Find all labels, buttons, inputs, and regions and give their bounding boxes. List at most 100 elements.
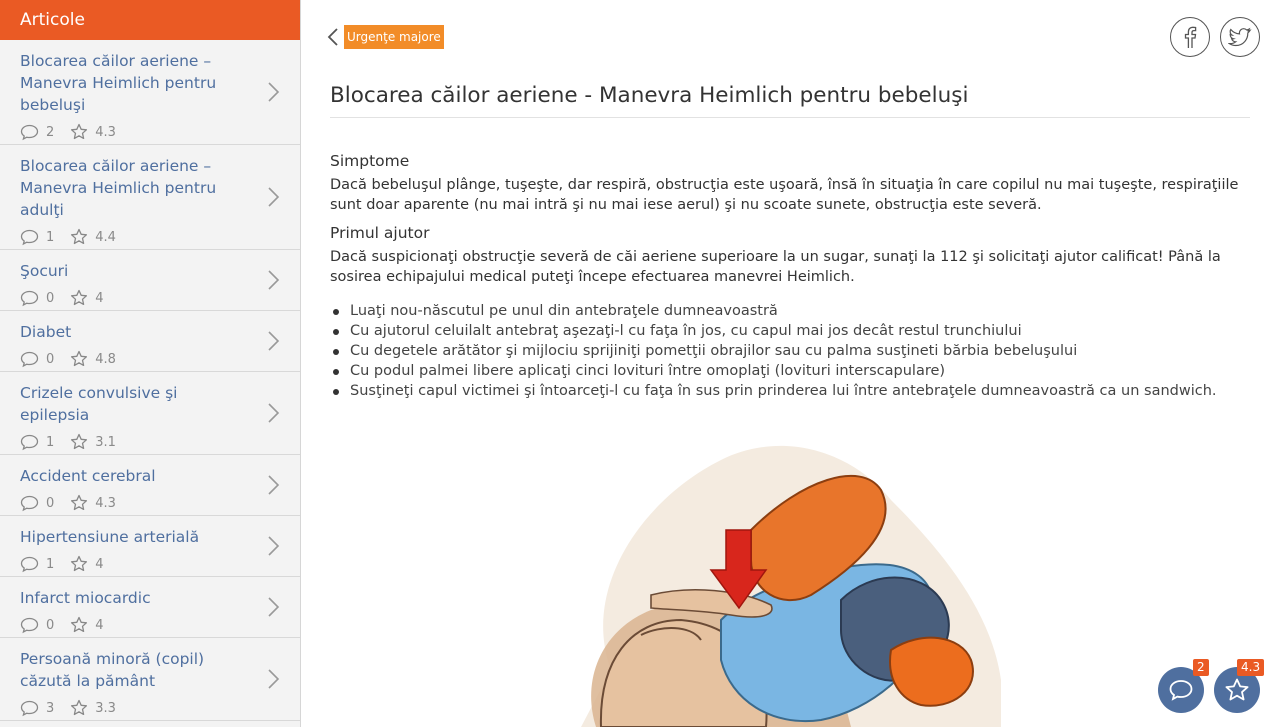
rating-value: 3.1 (95, 434, 116, 450)
section-heading: Primul ajutor (330, 224, 430, 242)
comments-count-badge: 2 (1193, 659, 1209, 676)
comment-count: 3 (20, 700, 54, 717)
article-title: Hipertensiune arterială (20, 528, 200, 546)
article-title: Accident cerebral (20, 467, 156, 485)
chevron-right-icon (268, 669, 280, 689)
comment-count-value: 0 (46, 617, 55, 633)
comment-icon (1169, 680, 1193, 701)
articles-sidebar: Articole Blocarea căilor aeriene – Manev… (0, 0, 301, 727)
twitter-icon (1228, 27, 1252, 47)
article-meta: 0 4.3 (20, 491, 250, 515)
chevron-right-icon (268, 270, 280, 290)
comment-count-value: 0 (46, 351, 55, 367)
article-meta: 1 4.4 (20, 225, 250, 249)
comment-icon (20, 495, 39, 511)
sidebar-header: Articole (0, 0, 300, 40)
chevron-right-icon (268, 331, 280, 351)
star-icon (71, 433, 88, 450)
article-meta: 1 4 (20, 552, 250, 576)
rating-value: 4.3 (95, 124, 116, 140)
article-list-item[interactable]: Blocarea căilor aeriene – Manevra Heimli… (0, 40, 300, 145)
rating: 4 (70, 289, 104, 307)
comment-icon (20, 290, 39, 306)
article-meta: 0 4.8 (20, 347, 250, 371)
article-list-item[interactable]: Hipertensiune arterială 1 4 (0, 516, 300, 577)
rating-value: 4 (95, 556, 104, 572)
article-title: Şocuri (20, 262, 69, 280)
comment-count: 0 (20, 351, 54, 368)
star-icon (71, 289, 88, 306)
comment-count-value: 1 (46, 229, 55, 245)
rating: 3.3 (70, 699, 116, 717)
article-list-item[interactable]: Blocarea căilor aeriene – Manevra Heimli… (0, 145, 300, 250)
star-icon (71, 350, 88, 367)
article-title: Persoană minoră (copil) căzută la pământ (20, 650, 205, 690)
twitter-share-button[interactable] (1220, 17, 1260, 57)
star-icon (71, 555, 88, 572)
rating: 4 (70, 616, 104, 634)
rating-value: 3.3 (95, 700, 116, 716)
rating-value: 4.4 (95, 229, 116, 245)
star-icon (71, 228, 88, 245)
article-list-item[interactable]: Şocuri 0 4 (0, 250, 300, 311)
article-meta: 2 4.3 (20, 120, 250, 144)
rating-value: 4.8 (95, 351, 116, 367)
article-meta: 1 3.1 (20, 430, 250, 454)
comment-count-value: 0 (46, 495, 55, 511)
comment-icon (20, 700, 39, 716)
heimlich-illustration (581, 445, 1001, 727)
facebook-share-button[interactable] (1170, 17, 1210, 57)
comment-count-value: 2 (46, 124, 55, 140)
list-item: Luaţi nou-născutul pe unul din antebraţe… (330, 301, 1240, 321)
chevron-right-icon (268, 475, 280, 495)
comment-count-value: 0 (46, 290, 55, 306)
list-item: Cu podul palmei libere aplicaţi cinci lo… (330, 361, 1240, 381)
chevron-right-icon (268, 597, 280, 617)
article-title: Crizele convulsive şi epilepsia (20, 384, 178, 424)
comment-count-value: 1 (46, 434, 55, 450)
comment-count-value: 1 (46, 556, 55, 572)
comment-count: 0 (20, 290, 54, 307)
star-icon (71, 616, 88, 633)
article-list-item[interactable]: Persoană minoră (copil) căzută la pământ… (0, 638, 300, 721)
category-tag[interactable]: Urgenţe majore (344, 25, 444, 49)
star-icon (71, 699, 88, 716)
rating: 3.1 (70, 433, 116, 451)
comment-count: 2 (20, 124, 54, 141)
list-item: Susţineţi capul victimei şi întoarceţi-l… (330, 381, 1240, 401)
section-heading: Simptome (330, 152, 410, 170)
article-list-item[interactable]: Crizele convulsive şi epilepsia 1 3.1 (0, 372, 300, 455)
rating-value: 4 (95, 290, 104, 306)
article-meta: 3 3.3 (20, 696, 250, 720)
article-meta: 0 4 (20, 286, 250, 310)
comment-icon (20, 351, 39, 367)
article-title: Diabet (20, 323, 72, 341)
star-icon (1225, 678, 1249, 701)
star-icon (71, 494, 88, 511)
chevron-right-icon (268, 82, 280, 102)
article-content: Urgenţe majore Blocarea căilor aeriene -… (301, 0, 1280, 727)
article-list: Blocarea căilor aeriene – Manevra Heimli… (0, 40, 300, 721)
steps-list: Luaţi nou-născutul pe unul din antebraţe… (330, 301, 1240, 401)
article-list-item[interactable]: Diabet 0 4.8 (0, 311, 300, 372)
rating-value: 4.3 (95, 495, 116, 511)
rating: 4.3 (70, 494, 116, 512)
rating: 4.3 (70, 123, 116, 141)
section-paragraph: Dacă bebeluşul plânge, tuşeşte, dar resp… (330, 177, 1239, 213)
comment-icon (20, 617, 39, 633)
article-list-item[interactable]: Infarct miocardic 0 4 (0, 577, 300, 638)
comment-count: 1 (20, 556, 54, 573)
chevron-left-icon[interactable] (326, 27, 340, 47)
comment-count: 1 (20, 229, 54, 246)
chevron-right-icon (268, 536, 280, 556)
article-title: Blocarea căilor aeriene – Manevra Heimli… (20, 157, 217, 219)
facebook-icon (1184, 26, 1197, 48)
article-meta: 0 4 (20, 613, 250, 637)
section-paragraph: Dacă suspicionaţi obstrucţie severă de c… (330, 249, 1221, 285)
rating-value-badge: 4.3 (1237, 659, 1265, 676)
comment-count: 0 (20, 617, 54, 634)
chevron-right-icon (268, 187, 280, 207)
article-body: Simptome Dacă bebeluşul plânge, tuşeşte,… (330, 152, 1240, 401)
comment-count: 1 (20, 434, 54, 451)
article-list-item[interactable]: Accident cerebral 0 4.3 (0, 455, 300, 516)
